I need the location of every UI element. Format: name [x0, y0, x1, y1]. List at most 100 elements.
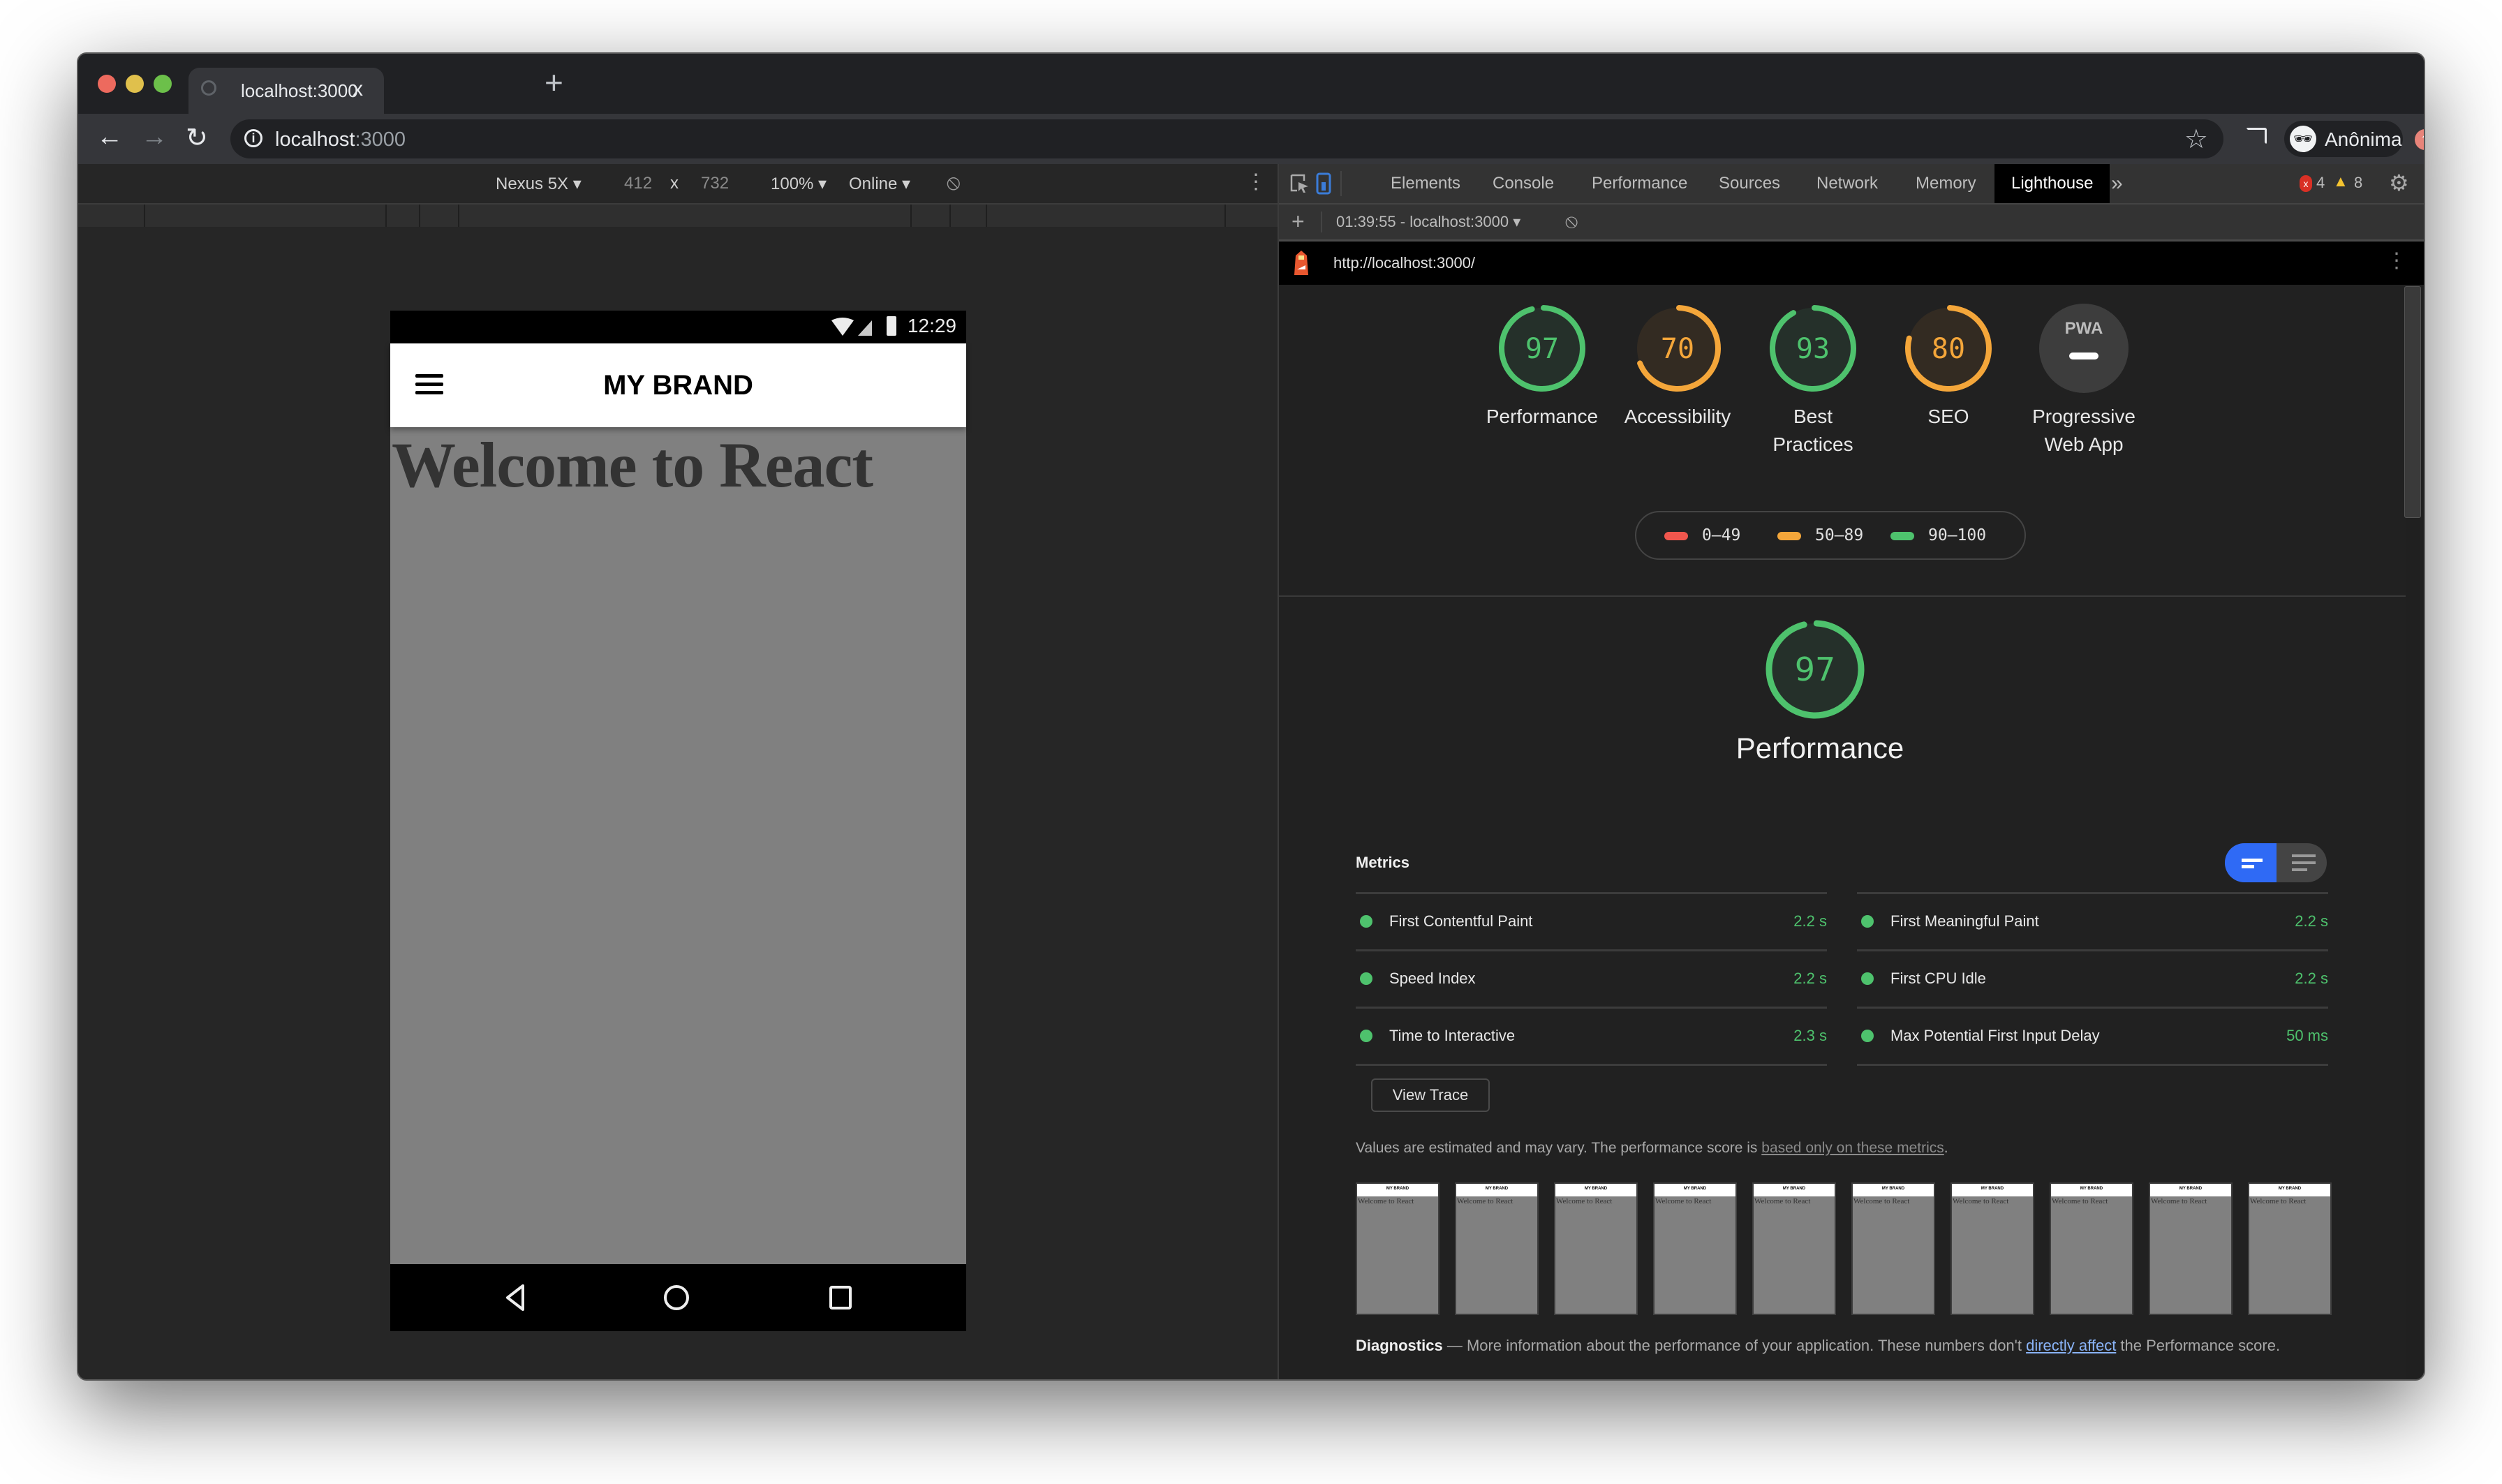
- close-window-button[interactable]: [98, 75, 116, 93]
- frame-header: MY BRAND: [1357, 1184, 1438, 1196]
- gauge-best-practices[interactable]: 93 Best Practices: [1743, 302, 1883, 459]
- profile-name: Anônima: [2325, 128, 2402, 150]
- devtools-panel: Elements Console Performance Sources Net…: [1278, 164, 2424, 1379]
- filmstrip-frame: MY BRAND Welcome to React: [1752, 1182, 1836, 1315]
- back-button[interactable]: ←: [96, 122, 123, 152]
- tab-performance[interactable]: Performance: [1592, 164, 1687, 203]
- rotate-icon[interactable]: ⦸: [947, 171, 961, 195]
- expanded-view-button[interactable]: [2277, 843, 2327, 882]
- toolbar-divider: [1321, 212, 1322, 232]
- tab-elements[interactable]: Elements: [1391, 164, 1460, 203]
- new-report-button[interactable]: +: [1291, 209, 1305, 235]
- metrics-view-toggle[interactable]: [2225, 843, 2327, 882]
- forward-button[interactable]: →: [141, 122, 168, 152]
- height-input[interactable]: 732: [701, 174, 729, 193]
- profile-button[interactable]: 🕶 Anônima: [2284, 121, 2403, 157]
- browser-toolbar: ← → ↻ i localhost:3000 ☆ 🕶 Anônima ⬆: [78, 114, 2424, 164]
- home-nav-icon[interactable]: [662, 1284, 690, 1312]
- gauge-label: Progressive Web App: [2032, 406, 2135, 455]
- report-menu-icon[interactable]: ⋮: [2386, 248, 2407, 273]
- metric-divider: [1356, 1064, 1827, 1066]
- reload-button[interactable]: ↻: [186, 122, 208, 154]
- device-name: Nexus 5X: [496, 175, 569, 193]
- device-select[interactable]: Nexus 5X ▾: [496, 174, 582, 194]
- tab-console[interactable]: Console: [1493, 164, 1554, 203]
- clear-reports-icon[interactable]: ⦸: [1565, 210, 1578, 233]
- globe-icon: [201, 80, 216, 96]
- gauge-score: 80: [1932, 333, 1965, 365]
- gauge-label: Accessibility: [1624, 406, 1731, 427]
- new-tab-button[interactable]: +: [545, 64, 563, 101]
- emulated-phone: 12:29 MY BRAND Welcome to React: [390, 311, 966, 1331]
- media-query-ruler[interactable]: [78, 205, 1278, 227]
- maximize-window-button[interactable]: [154, 75, 172, 93]
- view-trace-button[interactable]: View Trace: [1371, 1078, 1490, 1112]
- legend-pass-label: 90–100: [1928, 526, 1987, 544]
- frame-header: MY BRAND: [1853, 1184, 1934, 1196]
- diagnostics-header: Diagnostics — More information about the…: [1356, 1332, 2319, 1360]
- frame-header: MY BRAND: [2249, 1184, 2330, 1196]
- throttle-select[interactable]: Online ▾: [849, 174, 910, 194]
- address-bar[interactable]: i localhost:3000 ☆: [230, 119, 2223, 158]
- warning-count[interactable]: 8: [2354, 174, 2362, 192]
- tab-sources[interactable]: Sources: [1719, 164, 1780, 203]
- frame-heading: Welcome to React: [2052, 1197, 2108, 1205]
- settings-gear-icon[interactable]: ⚙: [2389, 170, 2409, 196]
- gauge-seo[interactable]: 80 SEO: [1879, 302, 2018, 431]
- more-tabs-icon[interactable]: »: [2111, 164, 2123, 203]
- browser-tab[interactable]: localhost:3000 x: [188, 68, 384, 114]
- minimize-window-button[interactable]: [126, 75, 144, 93]
- report-scrollbar[interactable]: [2404, 286, 2421, 518]
- gauge-pwa[interactable]: PWA Progressive Web App: [2014, 302, 2154, 459]
- info-icon[interactable]: i: [244, 129, 262, 147]
- pass-dot-icon: [1360, 972, 1372, 985]
- cast-icon[interactable]: [2246, 128, 2267, 144]
- page-viewport: Nexus 5X ▾ 412 x 732 100% ▾ Online ▾ ⦸ ⋮…: [78, 164, 1278, 1379]
- filmstrip-frame: MY BRAND Welcome to React: [1950, 1182, 2034, 1315]
- metric-name: First Contentful Paint: [1389, 912, 1533, 930]
- report-selector[interactable]: 01:39:55 - localhost:3000 ▾: [1336, 213, 1520, 231]
- gauge-accessibility[interactable]: 70 Accessibility: [1608, 302, 1747, 431]
- tab-network[interactable]: Network: [1816, 164, 1878, 203]
- diagnostics-text: More information about the performance o…: [1466, 1337, 2027, 1354]
- filmstrip-frame: MY BRAND Welcome to React: [2050, 1182, 2133, 1315]
- report-url[interactable]: http://localhost:3000/: [1333, 254, 1475, 272]
- recents-nav-icon[interactable]: [827, 1284, 854, 1312]
- compact-view-button[interactable]: [2225, 843, 2277, 882]
- directly-affect-link[interactable]: directly affect: [2026, 1337, 2116, 1354]
- device-toolbar-icon[interactable]: [1315, 172, 1332, 195]
- android-status-bar: 12:29: [390, 311, 966, 343]
- metric-name: Time to Interactive: [1389, 1027, 1516, 1044]
- tab-lighthouse[interactable]: Lighthouse: [1994, 164, 2110, 203]
- more-options-icon[interactable]: ⋮: [1245, 170, 1266, 194]
- bookmark-star-icon[interactable]: ☆: [2184, 124, 2208, 155]
- score-calculation-link[interactable]: based only on these metrics: [1761, 1140, 1944, 1156]
- pass-dot-icon: [1360, 1030, 1372, 1042]
- frame-brand: MY BRAND: [1683, 1187, 1707, 1191]
- zoom-select[interactable]: 100% ▾: [771, 174, 827, 194]
- gauge-score: 93: [1796, 333, 1830, 365]
- lighthouse-report: 97 Performance 70 Accessibility 93 Best …: [1279, 285, 2406, 1379]
- error-count[interactable]: 4: [2316, 174, 2325, 192]
- filmstrip-frame: MY BRAND Welcome to React: [1851, 1182, 1935, 1315]
- pass-dot-icon: [1861, 972, 1874, 985]
- lighthouse-logo-icon: [1294, 251, 1308, 275]
- gauge-score: 97: [1795, 651, 1836, 688]
- warning-icon[interactable]: ▲: [2333, 172, 2348, 191]
- close-tab-icon[interactable]: x: [353, 77, 363, 101]
- frame-heading: Welcome to React: [1655, 1197, 1712, 1205]
- tab-memory[interactable]: Memory: [1916, 164, 1976, 203]
- metric-divider: [1857, 1064, 2328, 1066]
- filmstrip-frame: MY BRAND Welcome to React: [1356, 1182, 1439, 1315]
- width-input[interactable]: 412: [624, 174, 652, 193]
- frame-brand: MY BRAND: [1485, 1187, 1509, 1191]
- back-nav-icon[interactable]: [502, 1284, 530, 1312]
- inspect-element-icon[interactable]: [1290, 174, 1310, 193]
- score-legend: 0–49 50–89 90–100: [1635, 511, 2026, 560]
- status-time: 12:29: [907, 315, 956, 336]
- gauge-performance[interactable]: 97 Performance: [1472, 302, 1612, 431]
- error-icon[interactable]: x: [2300, 175, 2312, 192]
- brand-title: MY BRAND: [603, 370, 753, 401]
- frame-heading: Welcome to React: [1457, 1197, 1513, 1205]
- update-icon[interactable]: ⬆: [2415, 129, 2424, 150]
